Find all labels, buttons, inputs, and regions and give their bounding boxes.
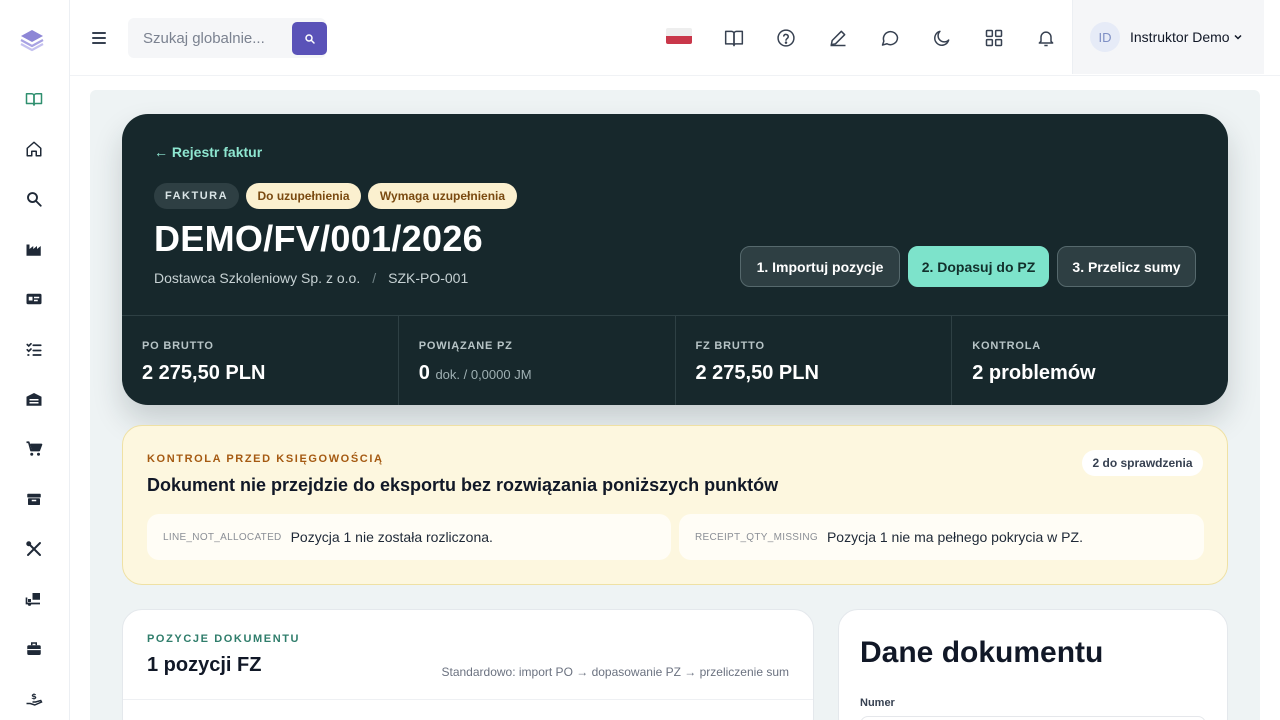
number-field-label: Numer — [860, 697, 895, 709]
issue-text: Pozycja 1 nie została rozliczona. — [290, 529, 493, 545]
stat-value-detail: dok. / 0,0000 JM — [435, 367, 532, 382]
status-badge: Do uzupełnienia — [246, 183, 361, 209]
document-lines-card: POZYCJE DOKUMENTU 1 pozycji FZ Standardo… — [122, 609, 814, 720]
stat-label: POWIĄZANE PZ — [418, 340, 513, 352]
lines-title: 1 pozycji FZ — [147, 654, 262, 676]
sidebar: $ — [0, 0, 70, 720]
pre-accounting-control-card: KONTROLA PRZED KSIĘGOWOŚCIĄ Dokument nie… — [122, 425, 1228, 585]
stat-linked-receipts: POWIĄZANE PZ 0 dok. / 0,0000 JM — [399, 316, 676, 405]
briefcase-icon[interactable] — [22, 637, 46, 661]
document-type-chip: FAKTURA — [154, 183, 239, 209]
user-name: Instruktor Demo — [1130, 29, 1230, 45]
lines-eyebrow: POZYCJE DOKUMENTU — [147, 633, 301, 645]
language-flag-pl-icon[interactable] — [666, 28, 692, 44]
menu-hamburger-icon[interactable] — [90, 28, 108, 48]
stat-label: FZ BRUTTO — [695, 340, 765, 352]
help-circle-icon[interactable] — [774, 26, 798, 50]
stat-value: 2 275,50 PLN — [695, 362, 819, 384]
match-receipt-button[interactable]: 2. Dopasuj do PZ — [908, 246, 1049, 287]
page-title: DEMO/FV/001/2026 — [154, 218, 483, 259]
issue-item[interactable]: RECEIPT_QTY_MISSING Pozycja 1 nie ma peł… — [679, 514, 1204, 560]
subtitle-separator: / — [372, 270, 377, 286]
issue-item[interactable]: LINE_NOT_ALLOCATED Pozycja 1 nie została… — [147, 514, 671, 560]
grid-icon[interactable] — [982, 26, 1006, 50]
moon-icon[interactable] — [930, 26, 954, 50]
topbar: ID Instruktor Demo — [70, 0, 1280, 76]
issues-count-badge: 2 do sprawdzenia — [1082, 450, 1203, 476]
stat-label: KONTROLA — [972, 340, 1041, 352]
import-lines-button[interactable]: 1. Importuj pozycje — [740, 246, 900, 287]
stat-po-gross: PO BRUTTO 2 275,50 PLN — [122, 316, 399, 405]
box-icon[interactable] — [22, 487, 46, 511]
hand-dollar-icon[interactable]: $ — [22, 687, 46, 711]
completion-badge: Wymaga uzupełnienia — [368, 183, 517, 209]
book-open-icon[interactable] — [22, 87, 46, 111]
pen-icon[interactable] — [826, 26, 850, 50]
chevron-down-icon — [1234, 34, 1242, 40]
data-card-title: Dane dokumentu — [860, 636, 1104, 669]
recalculate-totals-button[interactable]: 3. Przelicz sumy — [1057, 246, 1196, 287]
po-reference: SZK-PO-001 — [388, 270, 469, 286]
stat-value-count: 0 — [418, 362, 430, 384]
issue-code: RECEIPT_QTY_MISSING — [695, 531, 818, 543]
search-icon — [304, 33, 315, 44]
back-to-register-link[interactable]: ← Rejestr faktur — [154, 144, 262, 160]
workflow-hint: Standardowo: import PO → dopasowanie PZ … — [441, 665, 790, 679]
layers-logo-icon[interactable] — [19, 27, 45, 53]
search-button[interactable] — [292, 22, 327, 55]
stat-label: PO BRUTTO — [142, 340, 214, 352]
supplier-name: Dostawca Szkoleniowy Sp. z o.o. — [154, 270, 361, 286]
stat-value: 2 problemów — [972, 362, 1096, 384]
chat-icon[interactable] — [878, 26, 902, 50]
stat-value: 0 dok. / 0,0000 JM — [419, 362, 675, 385]
search-input[interactable] — [143, 29, 283, 47]
issue-text: Pozycja 1 nie ma pełnego pokrycia w PZ. — [826, 529, 1083, 545]
document-data-card: Dane dokumentu Numer — [838, 609, 1228, 720]
stat-fz-gross: FZ BRUTTO 2 275,50 PLN — [676, 316, 953, 405]
number-field[interactable] — [860, 716, 1206, 720]
stat-control: KONTROLA 2 problemów — [952, 316, 1228, 405]
book-icon[interactable] — [722, 26, 746, 50]
issue-code: LINE_NOT_ALLOCATED — [163, 531, 282, 543]
stats-row: PO BRUTTO 2 275,50 PLN POWIĄZANE PZ 0 do… — [122, 315, 1228, 405]
truck-loading-icon[interactable] — [22, 587, 46, 611]
user-menu[interactable]: ID Instruktor Demo — [1072, 0, 1264, 74]
document-subtitle: Dostawca Szkoleniowy Sp. z o.o. / SZK-PO… — [154, 270, 468, 286]
home-icon[interactable] — [22, 137, 46, 161]
control-title: Dokument nie przejdzie do eksportu bez r… — [147, 475, 779, 495]
avatar: ID — [1090, 22, 1120, 52]
control-eyebrow: KONTROLA PRZED KSIĘGOWOŚCIĄ — [147, 453, 384, 465]
tools-icon[interactable] — [22, 537, 46, 561]
divider — [123, 699, 813, 700]
id-card-icon[interactable] — [22, 287, 46, 311]
cart-icon[interactable] — [22, 437, 46, 461]
invoice-hero: ← Rejestr faktur FAKTURA Do uzupełnienia… — [122, 114, 1228, 405]
stat-value: 2 275,50 PLN — [142, 362, 266, 384]
search-zoom-icon[interactable] — [22, 187, 46, 211]
svg-text:$: $ — [31, 691, 37, 701]
warehouse-icon[interactable] — [22, 387, 46, 411]
factory-icon[interactable] — [22, 237, 46, 261]
bell-icon[interactable] — [1034, 26, 1058, 50]
list-check-icon[interactable] — [22, 337, 46, 361]
